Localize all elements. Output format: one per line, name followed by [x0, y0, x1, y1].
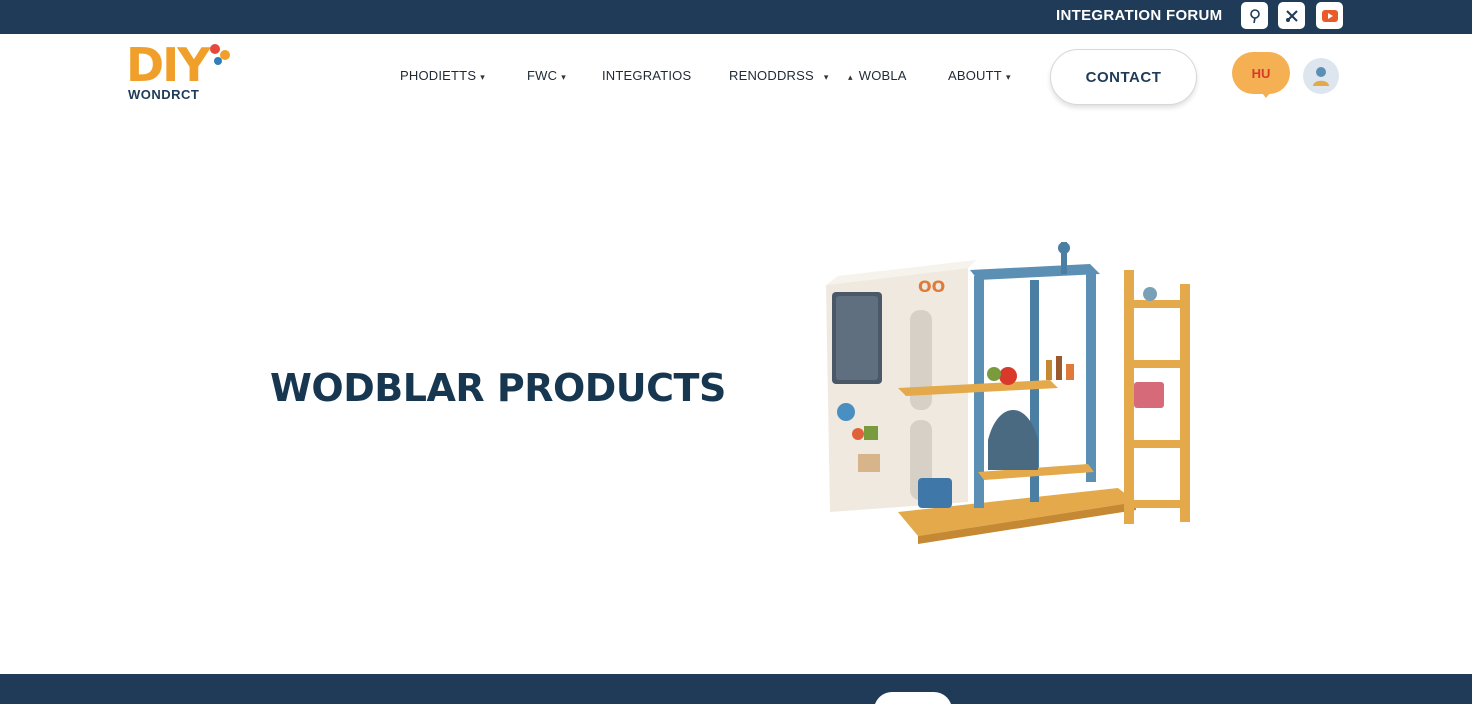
chevron-up-icon: ▴ [848, 72, 853, 82]
hero-title: WODBLAR PRODUCTS [270, 366, 726, 410]
logo-main-text: DIY [126, 38, 211, 92]
nav-item-label: RENODDRSS [729, 68, 814, 83]
footer-bar [0, 674, 1472, 704]
nav-item-label: PHODIETTS [400, 68, 477, 83]
nav-item-label: WOBLA [858, 68, 907, 83]
logo-dot-blue [214, 57, 222, 65]
nav-item-wobla[interactable]: ▴ WOBLA [848, 66, 907, 87]
nav-item-integrations[interactable]: INTEGRATIOS [602, 66, 691, 86]
nav-item-fwc[interactable]: FWC ▾ [527, 66, 566, 87]
logo[interactable]: DIY WONDRCT [126, 42, 236, 106]
youtube-icon[interactable] [1316, 2, 1343, 29]
chat-bubble-label: HU [1251, 65, 1271, 81]
nav-item-products[interactable]: PHODIETTS ▾ [400, 66, 485, 87]
chat-bubble-button[interactable]: HU [1232, 52, 1290, 98]
pinterest-icon[interactable] [1241, 2, 1268, 29]
chevron-down-icon: ▾ [480, 72, 485, 82]
tools-icon[interactable] [1278, 2, 1305, 29]
nav-item-label: ABOUTT [948, 68, 1002, 83]
svg-text:OO: OO [918, 277, 945, 296]
logo-sub-text: WONDRCT [128, 87, 200, 102]
chevron-down-icon: ▾ [1005, 72, 1011, 82]
top-bar-text[interactable]: INTEGRATION FORUM [1056, 6, 1222, 26]
scroll-tab[interactable] [874, 692, 952, 704]
avatar[interactable] [1303, 58, 1339, 94]
user-icon [1313, 67, 1329, 86]
nav-item-resources[interactable]: RENODDRSS ▾ [729, 66, 829, 87]
nav-item-label: FWC [527, 68, 558, 83]
contact-button[interactable]: CONTACT [1050, 49, 1197, 105]
chevron-down-icon: ▾ [561, 72, 566, 82]
chevron-down-icon: ▾ [823, 72, 829, 82]
nav-item-about[interactable]: ABOUTT ▾ [948, 66, 1011, 87]
modular-shelf-illustration: OO [818, 240, 1198, 545]
nav-item-label: INTEGRATIOS [602, 68, 692, 83]
logo-dot-red [210, 44, 220, 54]
